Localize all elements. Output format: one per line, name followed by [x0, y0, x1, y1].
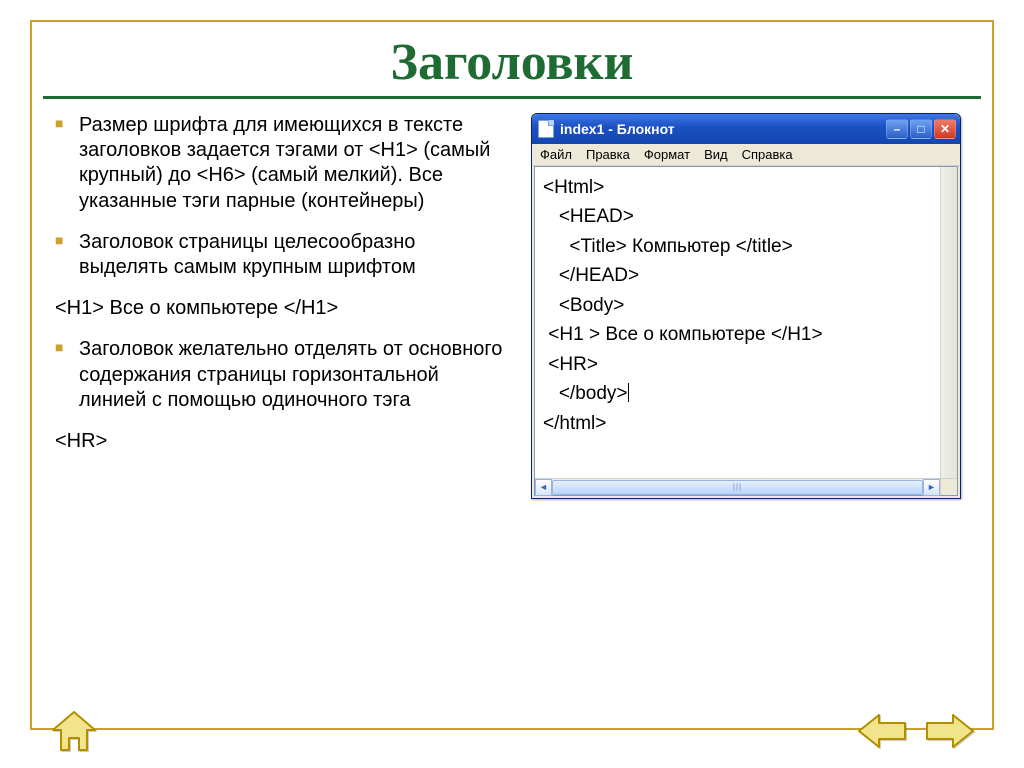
- notepad-window: index1 - Блокнот – □ ✕ Файл Правка Форма…: [531, 113, 961, 499]
- notepad-body: <Html> <HEAD> <Title> Компьютер </title>…: [534, 166, 958, 496]
- bullet-item: Заголовок желательно отделять от основно…: [53, 337, 503, 413]
- nav-home-button[interactable]: [46, 708, 102, 754]
- scroll-corner: [940, 478, 957, 495]
- notepad-titlebar[interactable]: index1 - Блокнот – □ ✕: [532, 114, 960, 144]
- slide-frame: Заголовки Размер шрифта для имеющихся в …: [30, 20, 994, 730]
- bullet-item: Заголовок страницы целесообразно выделят…: [53, 230, 503, 280]
- bullet-item: Размер шрифта для имеющихся в тексте заг…: [53, 113, 503, 214]
- maximize-button[interactable]: □: [910, 119, 932, 139]
- nav-prev-button[interactable]: [854, 708, 910, 754]
- notepad-menubar: Файл Правка Формат Вид Справка: [532, 144, 960, 166]
- home-icon: [49, 710, 99, 752]
- notepad-text[interactable]: <Html> <HEAD> <Title> Компьютер </title>…: [535, 167, 957, 444]
- notepad-title: index1 - Блокнот: [560, 121, 886, 137]
- code-trailing-tag: <HR>: [55, 429, 503, 454]
- menu-file[interactable]: Файл: [540, 147, 572, 162]
- slide-title: Заголовки: [43, 25, 981, 99]
- scrollbar-vertical[interactable]: [940, 167, 957, 478]
- scroll-thumb[interactable]: [552, 480, 923, 495]
- close-button[interactable]: ✕: [934, 119, 956, 139]
- arrow-right-icon: [925, 711, 975, 751]
- nav-next-button[interactable]: [922, 708, 978, 754]
- menu-format[interactable]: Формат: [644, 147, 690, 162]
- menu-help[interactable]: Справка: [742, 147, 793, 162]
- menu-view[interactable]: Вид: [704, 147, 728, 162]
- scrollbar-horizontal[interactable]: ◄ ►: [535, 478, 940, 495]
- text-caret: [628, 383, 629, 402]
- minimize-button[interactable]: –: [886, 119, 908, 139]
- menu-edit[interactable]: Правка: [586, 147, 630, 162]
- arrow-left-icon: [857, 711, 907, 751]
- code-example: <H1> Все о компьютере </H1>: [55, 296, 503, 321]
- bullet-list: Размер шрифта для имеющихся в тексте заг…: [53, 113, 503, 499]
- scroll-left-button[interactable]: ◄: [535, 479, 552, 496]
- document-icon: [538, 120, 554, 138]
- scroll-right-button[interactable]: ►: [923, 479, 940, 496]
